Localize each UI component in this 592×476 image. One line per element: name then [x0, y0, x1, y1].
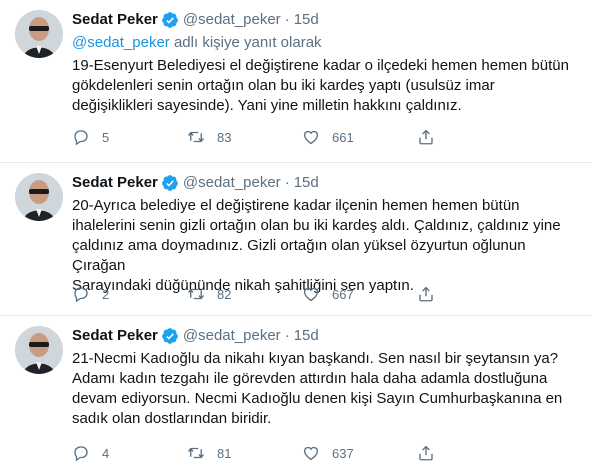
timestamp[interactable]: 15d — [294, 10, 319, 30]
reply-icon — [72, 444, 90, 462]
like-count: 637 — [332, 445, 354, 461]
like-button[interactable]: 637 — [302, 444, 417, 462]
tweet[interactable]: Sedat Peker @sedat_peker · 15d @sedat_pe… — [0, 0, 592, 163]
reply-icon — [72, 285, 90, 303]
tweet-actions: 2 82 667 — [72, 285, 447, 303]
author-handle[interactable]: @sedat_peker — [183, 10, 281, 30]
retweet-count: 83 — [217, 129, 232, 145]
like-count: 661 — [332, 129, 354, 145]
share-icon — [417, 285, 435, 303]
avatar[interactable] — [15, 326, 63, 374]
separator-dot: · — [284, 174, 290, 191]
verified-badge-icon — [161, 11, 179, 29]
retweet-button[interactable]: 83 — [187, 128, 302, 146]
reply-mention-link[interactable]: @sedat_peker — [72, 34, 170, 51]
retweet-button[interactable]: 82 — [187, 285, 302, 303]
author-name[interactable]: Sedat Peker — [72, 173, 158, 193]
verified-badge-icon — [161, 327, 179, 345]
avatar[interactable] — [15, 173, 63, 221]
heart-icon — [302, 285, 320, 303]
reply-context: @sedat_peker adlı kişiye yanıt olarak — [72, 33, 580, 53]
author-handle[interactable]: @sedat_peker — [183, 173, 281, 193]
verified-badge-icon — [161, 174, 179, 192]
retweet-icon — [187, 128, 205, 146]
tweet-actions: 5 83 661 — [72, 128, 447, 146]
tweet[interactable]: Sedat Peker @sedat_peker · 15d 20-Ayrıca… — [0, 163, 592, 316]
tweet-thread: Sedat Peker @sedat_peker · 15d @sedat_pe… — [0, 0, 592, 476]
tweet-text: 21-Necmi Kadıoğlu da nikahı kıyan başkan… — [72, 350, 563, 427]
reply-count: 4 — [102, 445, 110, 461]
retweet-icon — [187, 444, 205, 462]
retweet-count: 82 — [217, 286, 232, 302]
reply-button[interactable]: 5 — [72, 128, 187, 146]
reply-icon — [72, 128, 90, 146]
share-button[interactable] — [417, 128, 447, 146]
tweet-actions: 4 81 637 — [72, 444, 447, 462]
author-handle[interactable]: @sedat_peker — [183, 326, 281, 346]
reply-count: 2 — [102, 286, 110, 302]
heart-icon — [302, 128, 320, 146]
reply-button[interactable]: 4 — [72, 444, 187, 462]
tweet-text: 19-Esenyurt Belediyesi el değiştirene ka… — [72, 57, 569, 114]
separator-dot: · — [284, 11, 290, 28]
heart-icon — [302, 444, 320, 462]
author-name[interactable]: Sedat Peker — [72, 326, 158, 346]
avatar[interactable] — [15, 10, 63, 58]
reply-context-text: adlı kişiye yanıt olarak — [169, 34, 322, 51]
reply-button[interactable]: 2 — [72, 285, 187, 303]
author-name[interactable]: Sedat Peker — [72, 10, 158, 30]
retweet-count: 81 — [217, 445, 232, 461]
share-button[interactable] — [417, 285, 447, 303]
reply-count: 5 — [102, 129, 110, 145]
share-icon — [417, 444, 435, 462]
share-icon — [417, 128, 435, 146]
share-button[interactable] — [417, 444, 447, 462]
timestamp[interactable]: 15d — [294, 173, 319, 193]
like-button[interactable]: 661 — [302, 128, 417, 146]
retweet-button[interactable]: 81 — [187, 444, 302, 462]
retweet-icon — [187, 285, 205, 303]
tweet[interactable]: Sedat Peker @sedat_peker · 15d 21-Necmi … — [0, 316, 592, 476]
like-button[interactable]: 667 — [302, 285, 417, 303]
like-count: 667 — [332, 286, 354, 302]
timestamp[interactable]: 15d — [294, 326, 319, 346]
tweet-text: 20-Ayrıca belediye el değiştirene kadar … — [72, 197, 561, 294]
separator-dot: · — [284, 327, 290, 344]
